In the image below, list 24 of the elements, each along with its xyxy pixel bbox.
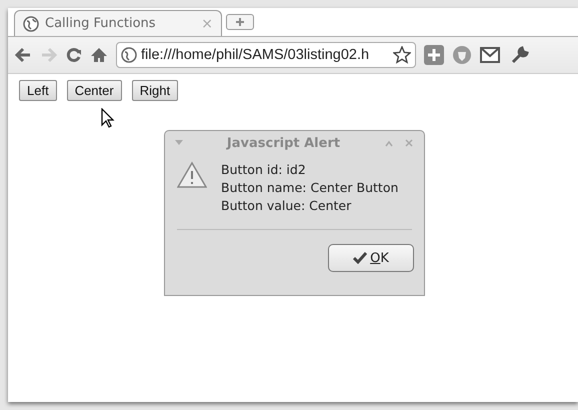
mail-icon[interactable] (480, 46, 502, 64)
browser-tab[interactable]: Calling Functions × (14, 10, 222, 36)
warning-icon (177, 161, 207, 189)
new-tab-button[interactable] (226, 14, 254, 30)
plus-icon (235, 17, 245, 27)
alert-message: Button name: Center Button (221, 179, 398, 197)
page-button[interactable]: Center (66, 80, 122, 101)
reload-icon[interactable] (66, 47, 82, 63)
wrench-icon[interactable] (510, 45, 530, 65)
globe-icon (121, 47, 137, 63)
globe-icon (23, 16, 39, 32)
home-icon[interactable] (90, 47, 108, 63)
address-bar[interactable]: file:///home/phil/SAMS/03listing02.h (116, 42, 416, 68)
back-icon[interactable] (14, 47, 32, 63)
page-button[interactable]: Right (132, 80, 178, 101)
page-button[interactable]: Left (19, 80, 57, 101)
mouse-cursor-icon (101, 108, 115, 128)
alert-message: Button value: Center (221, 197, 352, 215)
ok-button[interactable]: OK (328, 244, 414, 272)
plus-icon[interactable] (424, 45, 444, 65)
alert-message: Button id: id2 (221, 161, 307, 179)
checkmark-icon (353, 252, 368, 264)
star-icon[interactable] (393, 46, 411, 64)
dialog-title: Javascript Alert (226, 136, 340, 150)
